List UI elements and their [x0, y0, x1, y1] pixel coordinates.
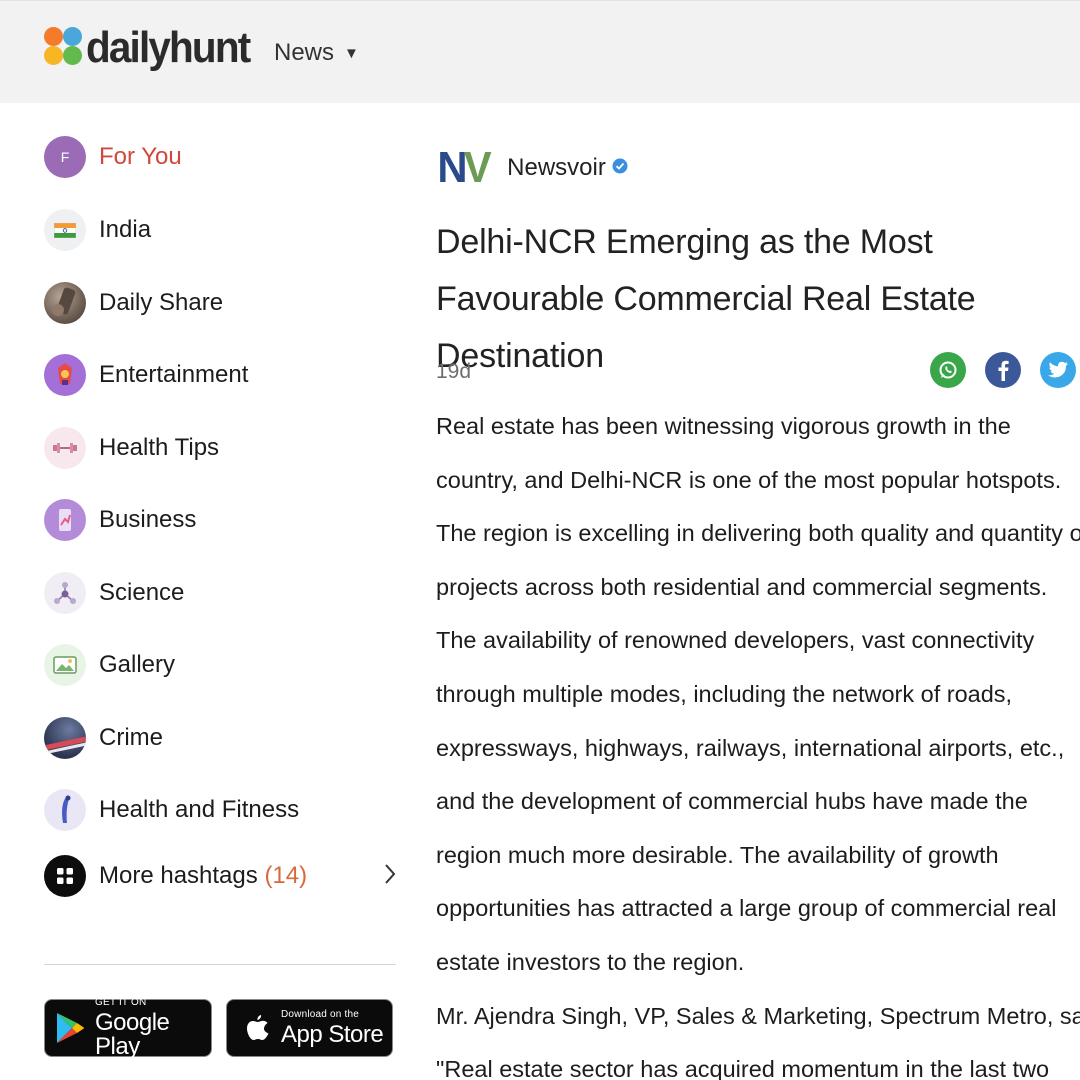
facebook-icon[interactable] [985, 352, 1021, 388]
business-icon [44, 499, 86, 541]
newsvoir-logo-n: N [437, 143, 467, 192]
whatsapp-icon[interactable] [930, 352, 966, 388]
apple-icon [245, 1013, 271, 1043]
avatar-letter: F [60, 149, 70, 165]
sidebar-item-label: Gallery [99, 651, 176, 678]
sidebar-item-label: Business [99, 506, 197, 533]
sidebar-item-label: Entertainment [99, 361, 249, 388]
article-line: The region is excelling in delivering bo… [436, 520, 1080, 547]
sidebar-item-health-tips[interactable]: Health Tips [44, 423, 396, 473]
sidebar-item-entertainment[interactable]: Entertainment [44, 350, 396, 400]
picture-icon [44, 644, 86, 686]
article-age: 19d [436, 360, 472, 383]
twitter-icon[interactable] [1040, 352, 1076, 388]
article-line: Mr. Ajendra Singh, VP, Sales & Marketing… [436, 1002, 1080, 1029]
sidebar-item-label: Science [99, 579, 185, 606]
news-dropdown[interactable]: News ▼ [274, 39, 359, 67]
sidebar-item-for-you[interactable]: F For You [44, 132, 396, 182]
logo-text: dailyhunt [86, 23, 251, 72]
publisher[interactable]: N V Newsvoir [436, 146, 628, 190]
newsvoir-logo-v: V [463, 143, 492, 192]
for-you-avatar: F [44, 136, 86, 178]
sidebar-item-label: Health Tips [99, 434, 220, 461]
sidebar-item-science[interactable]: Science [44, 568, 396, 618]
article-line: region much more desirable. The availabi… [436, 841, 999, 868]
article-line: "Real estate sector has acquired momentu… [436, 1056, 1050, 1080]
article-line: and the development of commercial hubs h… [436, 788, 1028, 815]
app-store-big-text: App Store [281, 1020, 384, 1048]
sidebar-item-daily-share[interactable]: Daily Share [44, 278, 396, 328]
article-line: estate investors to the region. [436, 948, 745, 975]
more-hashtags-text: More hashtags [99, 862, 258, 889]
article-line: projects across both residential and com… [436, 573, 1048, 600]
article-line: country, and Delhi-NCR is one of the mos… [436, 466, 1062, 493]
india-flag-icon [44, 209, 86, 251]
article-line: The availability of renowned developers,… [436, 627, 1035, 654]
sidebar-item-health-and-fitness[interactable]: Health and Fitness [44, 785, 396, 835]
sidebar-item-label: India [99, 216, 152, 243]
sidebar-item-gallery[interactable]: Gallery [44, 640, 396, 690]
chevron-right-icon [384, 863, 396, 890]
grid-icon [44, 855, 86, 897]
app-store-button[interactable]: Download on the App Store [226, 999, 393, 1057]
dumbbell-icon [44, 427, 86, 469]
dailyhunt-logo[interactable]: dailyhunt [44, 25, 264, 71]
google-play-button[interactable]: GET IT ON Google Play [44, 996, 212, 1060]
more-hashtags-count: (14) [264, 862, 308, 889]
article-panel: N V Newsvoir Delhi-NCR Emerging as the M… [436, 0, 1080, 1080]
article-line: through multiple modes, including the ne… [436, 680, 1013, 707]
daily-share-thumbnail [44, 282, 86, 324]
app-store-small-text: Download on the [281, 1008, 360, 1020]
sidebar-divider [44, 964, 396, 965]
crime-thumbnail [44, 717, 86, 759]
verified-badge-icon [612, 158, 628, 179]
article-body: Real estate has been witnessing vigorous… [436, 400, 1080, 1080]
sidebar-item-label: Crime [99, 724, 163, 751]
dailyhunt-logo-icon [44, 25, 84, 71]
news-dropdown-label: News [274, 39, 335, 66]
sidebar-item-label: For You [99, 143, 182, 170]
article-line: Real estate has been witnessing vigorous… [436, 413, 1011, 439]
article-headline: Delhi-NCR Emerging as the Most Favourabl… [436, 223, 976, 375]
sidebar-item-india[interactable]: India [44, 205, 396, 255]
newsvoir-logo: N V [437, 143, 492, 192]
google-play-icon [55, 1011, 85, 1045]
entertainment-icon [44, 354, 86, 396]
sidebar-item-label: Daily Share [99, 289, 224, 316]
caret-down-icon: ▼ [344, 44, 359, 62]
sidebar-item-label: Health and Fitness [99, 796, 300, 823]
molecule-icon [44, 572, 86, 614]
more-hashtags-label: More hashtags (14) [99, 862, 307, 890]
google-play-small-text: GET IT ON [95, 996, 147, 1008]
article-line: expressways, highways, railways, interna… [436, 734, 1065, 761]
sidebar-item-crime[interactable]: Crime [44, 713, 396, 763]
google-play-big-text: Google Play [95, 1008, 170, 1060]
article-line: opportunities has attracted a large grou… [436, 895, 1057, 922]
publisher-name: Newsvoir [507, 154, 606, 181]
fitness-icon [44, 789, 86, 831]
sidebar-item-business[interactable]: Business [44, 495, 396, 545]
more-hashtags-item[interactable]: More hashtags (14) [44, 851, 396, 901]
